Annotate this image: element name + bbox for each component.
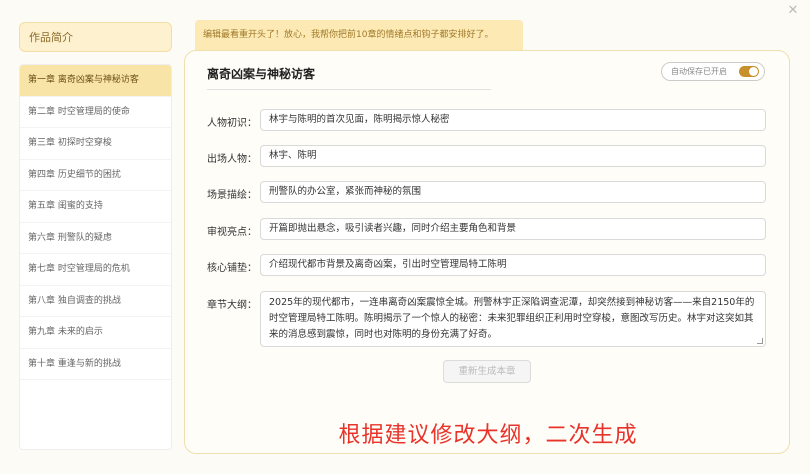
toggle-switch[interactable]	[739, 66, 759, 77]
appearing-input[interactable]: 林宇、陈明	[260, 145, 766, 167]
caption-annotation: 根据建议修改大纲，二次生成	[338, 423, 638, 448]
field-label: 人物初识：	[207, 118, 257, 129]
field-label: 审视亮点：	[207, 227, 257, 238]
close-icon[interactable]: ✕	[786, 4, 800, 18]
characters-intro-input[interactable]: 林宇与陈明的首次见面，陈明揭示惊人秘密	[260, 109, 766, 131]
chapter-item-1[interactable]: 第一章 离奇凶案与神秘访客	[20, 65, 171, 97]
scene-input[interactable]: 刑警队的办公室，紧张而神秘的氛围	[260, 181, 766, 203]
tip-banner: 编辑最看重开头了！放心，我帮你把前10章的情绪点和钩子都安排好了。	[195, 20, 523, 50]
chapter-item-2[interactable]: 第二章 时空管理局的使命	[20, 97, 171, 128]
chapter-item-7[interactable]: 第七章 时空管理局的危机	[20, 254, 171, 286]
chapter-list: 第一章 离奇凶案与神秘访客 第二章 时空管理局的使命 第三章 初探时空穿梭 第四…	[19, 64, 172, 450]
regenerate-chapter-button[interactable]: 重新生成本章	[443, 360, 531, 383]
autosave-toggle[interactable]: 自动保存已开启	[661, 62, 765, 81]
chapter-item-10[interactable]: 第十章 重逢与新的挑战	[20, 349, 171, 380]
title-divider	[207, 89, 491, 90]
chapter-editor-panel: 离奇凶案与神秘访客 自动保存已开启 人物初识： 林宇与陈明的首次见面，陈明揭示惊…	[184, 50, 790, 454]
autosave-label: 自动保存已开启	[671, 67, 727, 76]
field-label: 章节大纲：	[207, 300, 257, 311]
chapter-title: 离奇凶案与神秘访客	[207, 67, 316, 81]
chapter-item-6[interactable]: 第六章 刑警队的疑虑	[20, 223, 171, 254]
field-label: 出场人物：	[207, 154, 257, 165]
chapter-item-3[interactable]: 第三章 初探时空穿梭	[20, 128, 171, 160]
highlights-input[interactable]: 开篇即抛出悬念，吸引读者兴趣，同时介绍主要角色和背景	[260, 218, 766, 240]
chapter-item-4[interactable]: 第四章 历史细节的困扰	[20, 160, 171, 191]
outline-textarea[interactable]: 2025年的现代都市，一连串离奇凶案震惊全城。刑警林宇正深陷调查泥潭，却突然接到…	[260, 291, 766, 347]
field-label: 核心铺垫：	[207, 263, 257, 274]
field-label: 场景描绘：	[207, 190, 257, 201]
chapter-item-8[interactable]: 第八章 独自调查的挑战	[20, 286, 171, 317]
outline-text: 2025年的现代都市，一连串离奇凶案震惊全城。刑警林宇正深陷调查泥潭，却突然接到…	[269, 297, 755, 340]
sidebar-title[interactable]: 作品简介	[19, 22, 172, 52]
chapter-item-9[interactable]: 第九章 未来的启示	[20, 317, 171, 349]
resize-handle[interactable]	[757, 338, 763, 344]
toggle-knob	[749, 67, 758, 76]
chapter-item-5[interactable]: 第五章 闺蜜的支持	[20, 191, 171, 223]
foreshadow-input[interactable]: 介绍现代都市背景及离奇凶案，引出时空管理局特工陈明	[260, 254, 766, 276]
